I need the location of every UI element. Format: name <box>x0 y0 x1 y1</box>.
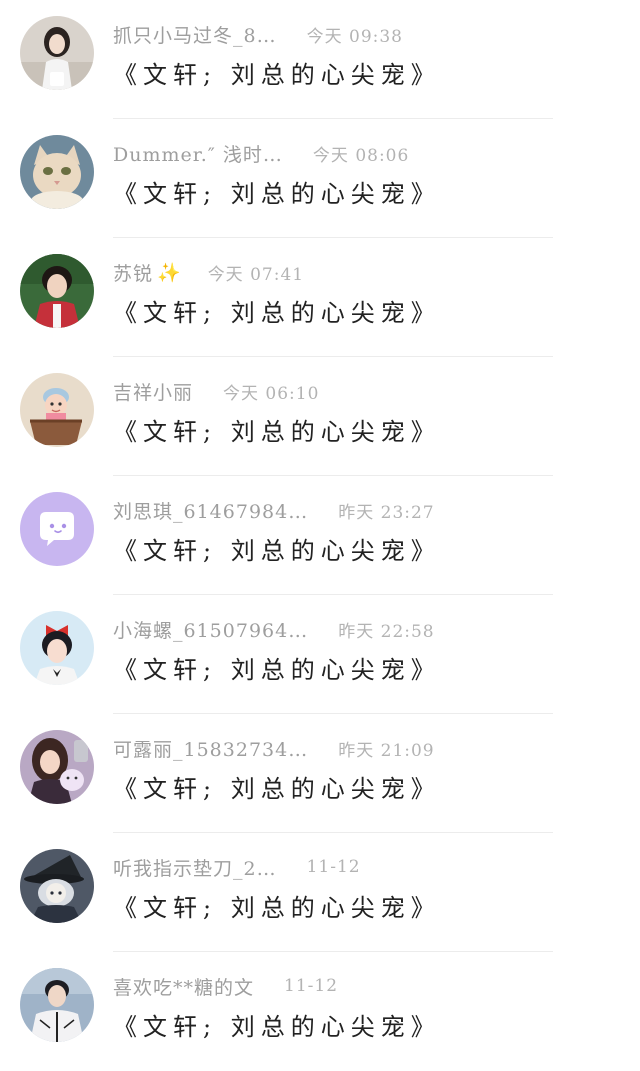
message-time: 昨天 23:27 <box>338 502 435 523</box>
message-meta: 苏锐 ✨ 今天 07:41 <box>113 259 304 285</box>
message-meta: 抓只小马过冬_8… 今天 09:38 <box>113 21 403 47</box>
avatar[interactable] <box>20 373 94 447</box>
message-row[interactable]: 苏锐 ✨ 今天 07:41 《文轩; 刘总的心尖宠》 <box>0 238 640 357</box>
message-meta: 喜欢吃**糖的文 11-12 <box>113 973 338 999</box>
avatar[interactable] <box>20 968 94 1042</box>
message-row[interactable]: 喜欢吃**糖的文 11-12 《文轩; 刘总的心尖宠》 <box>0 952 640 1071</box>
sender-name[interactable]: 苏锐 <box>113 259 153 286</box>
boy-in-jacket-icon <box>20 968 94 1042</box>
message-time: 11-12 <box>306 857 361 877</box>
sender-name[interactable]: 吉祥小丽 <box>113 378 193 405</box>
message-meta: 小海螺_61507964… 昨天 22:58 <box>113 616 435 642</box>
message-time: 今天 08:06 <box>312 145 410 166</box>
message-text: 《文轩; 刘总的心尖宠》 <box>113 655 441 684</box>
cat-icon <box>20 135 94 209</box>
message-row[interactable]: Dummer.″ 浅时… 今天 08:06 《文轩; 刘总的心尖宠》 <box>0 119 640 238</box>
message-meta: 听我指示垫刀_2… 11-12 <box>113 854 361 880</box>
message-time: 今天 07:41 <box>207 264 305 285</box>
message-row[interactable]: 刘思琪_61467984… 昨天 23:27 《文轩; 刘总的心尖宠》 <box>0 476 640 595</box>
girl-with-toy-icon <box>20 730 94 804</box>
message-row[interactable]: 可露丽_15832734… 昨天 21:09 《文轩; 刘总的心尖宠》 <box>0 714 640 833</box>
message-meta: 可露丽_15832734… 昨天 21:09 <box>113 735 435 761</box>
message-time: 昨天 22:58 <box>338 621 435 642</box>
message-meta: 刘思琪_61467984… 昨天 23:27 <box>113 497 435 523</box>
boy-with-bow-icon <box>20 611 94 685</box>
message-text: 《文轩; 刘总的心尖宠》 <box>113 417 441 446</box>
avatar[interactable] <box>20 16 94 90</box>
message-time: 今天 06:10 <box>223 383 320 404</box>
message-text: 《文轩; 刘总的心尖宠》 <box>113 60 441 89</box>
sender-name[interactable]: 抓只小马过冬_8… <box>113 21 277 48</box>
baby-portrait-icon <box>20 373 94 447</box>
message-list: 抓只小马过冬_8… 今天 09:38 《文轩; 刘总的心尖宠》 Dummer.″… <box>0 0 640 1054</box>
message-time: 11-12 <box>284 976 339 996</box>
chat-bubble-icon <box>20 492 94 566</box>
sender-name[interactable]: 小海螺_61507964… <box>113 616 308 643</box>
boy-portrait-icon <box>20 254 94 328</box>
message-meta: Dummer.″ 浅时… 今天 08:06 <box>113 140 409 166</box>
sender-name[interactable]: 听我指示垫刀_2… <box>113 854 277 881</box>
avatar[interactable] <box>20 492 94 566</box>
sender-name[interactable]: 刘思琪_61467984… <box>113 497 308 524</box>
avatar[interactable] <box>20 135 94 209</box>
message-text: 《文轩; 刘总的心尖宠》 <box>113 179 441 208</box>
message-row[interactable]: 小海螺_61507964… 昨天 22:58 《文轩; 刘总的心尖宠》 <box>0 595 640 714</box>
message-text: 《文轩; 刘总的心尖宠》 <box>113 1012 441 1041</box>
message-row[interactable]: 听我指示垫刀_2… 11-12 《文轩; 刘总的心尖宠》 <box>0 833 640 952</box>
avatar[interactable] <box>20 849 94 923</box>
sender-name[interactable]: 可露丽_15832734… <box>113 735 308 762</box>
message-text: 《文轩; 刘总的心尖宠》 <box>113 298 441 327</box>
message-time: 昨天 21:09 <box>338 740 435 761</box>
sparkles-icon: ✨ <box>157 261 182 284</box>
message-time: 今天 09:38 <box>306 26 403 47</box>
message-row[interactable]: 抓只小马过冬_8… 今天 09:38 《文轩; 刘总的心尖宠》 <box>0 0 640 119</box>
avatar[interactable] <box>20 611 94 685</box>
message-text: 《文轩; 刘总的心尖宠》 <box>113 893 441 922</box>
avatar[interactable] <box>20 730 94 804</box>
avatar[interactable] <box>20 254 94 328</box>
message-text: 《文轩; 刘总的心尖宠》 <box>113 774 441 803</box>
witch-character-icon <box>20 849 94 923</box>
sender-name[interactable]: Dummer.″ 浅时… <box>113 140 283 167</box>
message-text: 《文轩; 刘总的心尖宠》 <box>113 536 441 565</box>
girl-portrait-icon <box>20 16 94 90</box>
sender-name[interactable]: 喜欢吃**糖的文 <box>113 973 254 1000</box>
message-meta: 吉祥小丽 今天 06:10 <box>113 378 319 404</box>
message-row[interactable]: 吉祥小丽 今天 06:10 《文轩; 刘总的心尖宠》 <box>0 357 640 476</box>
